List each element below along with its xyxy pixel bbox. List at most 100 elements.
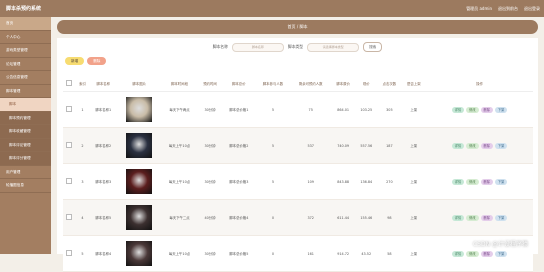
cell-orig-price: 864.01 (330, 91, 356, 128)
sidebar-item-game-type[interactable]: 游戏类型管理 (0, 44, 51, 58)
cell-image (117, 163, 162, 200)
sidebar-item-comments[interactable]: 脚本评论管理 (0, 138, 51, 152)
row-checkbox[interactable] (66, 214, 73, 220)
header-name[interactable]: 脚本名称 (89, 75, 118, 92)
batch-delete-button[interactable]: 删除 (87, 57, 107, 65)
sidebar-item-ratings[interactable]: 脚本评分管理 (0, 152, 51, 166)
header-clicks[interactable]: 点击次数 (377, 75, 402, 92)
cell-duration: 40分钟 (197, 199, 223, 236)
select-all-checkbox[interactable] (66, 79, 73, 86)
edit-button[interactable]: 修改 (466, 142, 479, 149)
cell-name: 脚本名称5 (89, 199, 118, 236)
cell-people: 0 (255, 199, 291, 236)
cell-ops: 详情 修改 删除 下架 (426, 127, 533, 164)
cell-price: 103.25 (355, 91, 378, 128)
view-button[interactable]: 详情 (451, 214, 465, 221)
cell-price: 557.56 (355, 127, 378, 164)
header-orig-price[interactable]: 脚本原价 (330, 75, 356, 92)
table-row: 3 脚本名称3 每天上午10点 30分钟 脚本总价格3 5 109 843.88 136.84 2… (63, 163, 533, 200)
delete-button[interactable]: 删除 (480, 214, 493, 221)
search-button[interactable]: 搜索 (363, 42, 383, 52)
header-time[interactable]: 脚本时间段 (161, 75, 198, 92)
sidebar-item-script-mgmt[interactable]: 脚本管理 (0, 85, 51, 98)
header-image: 脚本图片 (117, 75, 162, 92)
cell-people: 5 (255, 163, 291, 200)
cell-duration: 30分钟 (197, 91, 223, 128)
header-index: 索引 (75, 75, 90, 92)
breadcrumb: 首页 / 脚本 (57, 20, 538, 34)
breadcrumb-current: 脚本 (299, 24, 308, 29)
watermark: CSDN @计设程序猿 (472, 241, 528, 248)
unpublish-button[interactable]: 下架 (494, 142, 508, 149)
header-type[interactable]: 脚本总价 (222, 75, 256, 92)
unpublish-button[interactable]: 下架 (494, 106, 508, 113)
cell-status: 上架 (401, 127, 427, 164)
cell-left: 372 (290, 199, 331, 236)
cell-type: 脚本总价格1 (222, 91, 256, 128)
cell-duration: 30分钟 (197, 127, 223, 164)
cell-time: 每天下午两点 (161, 91, 198, 128)
unpublish-button[interactable]: 下架 (494, 214, 508, 221)
sidebar-item-forum[interactable]: 论坛管理 (0, 58, 51, 71)
breadcrumb-home[interactable]: 首页 (288, 24, 296, 29)
row-checkbox[interactable] (66, 178, 73, 184)
sidebar-item-home[interactable]: 首页 (0, 17, 51, 31)
delete-button[interactable]: 删除 (480, 106, 493, 113)
edit-button[interactable]: 修改 (466, 106, 479, 113)
view-button[interactable]: 详情 (451, 142, 465, 149)
header-price[interactable]: 现价 (355, 75, 378, 92)
cell-index: 4 (75, 199, 90, 236)
row-select (63, 91, 76, 128)
row-checkbox[interactable] (66, 106, 73, 112)
cell-clicks: 305 (377, 91, 402, 128)
cell-status: 上架 (401, 91, 427, 128)
edit-button[interactable]: 修改 (466, 214, 479, 221)
app-title: 脚本杀预约系统 (6, 6, 42, 12)
header-left[interactable]: 剩余可预约人数 (290, 75, 331, 92)
header-status[interactable]: 是否上架 (401, 75, 427, 92)
header-duration[interactable]: 预约时间 (197, 75, 223, 92)
sidebar-item-announcement[interactable]: 公告信息管理 (0, 71, 51, 85)
view-button[interactable]: 详情 (451, 178, 465, 185)
script-thumbnail (126, 133, 153, 158)
sidebar-item-favorites[interactable]: 脚本收藏管理 (0, 125, 51, 139)
cell-image (117, 127, 162, 164)
script-thumbnail (126, 97, 153, 122)
header-people[interactable]: 脚本参与人数 (255, 75, 291, 92)
sidebar-item-script[interactable]: 脚本 (0, 98, 51, 112)
delete-button[interactable]: 删除 (480, 142, 493, 149)
cell-orig-price: 843.88 (330, 163, 356, 200)
table-header-row: 索引 脚本名称 脚本图片 脚本时间段 预约时间 脚本总价 脚本参与人数 剩余可预… (63, 75, 533, 92)
cell-name: 脚本名称3 (89, 163, 118, 200)
search-name-input[interactable]: 脚本名称 (231, 42, 284, 52)
unpublish-button[interactable]: 下架 (494, 178, 508, 185)
cell-image (117, 91, 162, 128)
edit-button[interactable]: 修改 (466, 178, 479, 185)
row-checkbox[interactable] (66, 250, 73, 256)
row-checkbox[interactable] (66, 142, 73, 148)
admin-label: 管理员 admin (466, 6, 492, 11)
cell-index: 3 (75, 163, 90, 200)
table-row: 2 脚本名称2 每天上午10点 30分钟 脚本总价格2 5 537 740.09 557.56 1… (63, 127, 533, 164)
sidebar-item-profile[interactable]: 个人中心 (0, 31, 51, 44)
to-frontend-link[interactable]: 退出到前台 (498, 6, 518, 12)
add-button[interactable]: 新增 (65, 57, 85, 65)
sidebar-item-carousel[interactable]: 轮播图信息 (0, 179, 51, 193)
sidebar: 首页 个人中心 游戏类型管理 论坛管理 公告信息管理 脚本管理 脚本 脚本预约管… (0, 17, 51, 254)
script-table: 索引 脚本名称 脚本图片 脚本时间段 预约时间 脚本总价 脚本参与人数 剩余可预… (63, 75, 533, 272)
cell-price: 136.84 (355, 163, 378, 200)
row-select (63, 199, 76, 236)
logout-link[interactable]: 退出登录 (524, 6, 540, 12)
cell-image (117, 199, 162, 236)
sidebar-item-booking[interactable]: 脚本预约管理 (0, 111, 51, 125)
sidebar-item-users[interactable]: 用户管理 (0, 166, 51, 179)
cell-index: 2 (75, 127, 90, 164)
cell-price: 155.46 (355, 199, 378, 236)
cell-duration: 30分钟 (197, 163, 223, 200)
cell-ops: 详情 修改 删除 下架 (426, 91, 533, 128)
search-type-select[interactable]: 请选择脚本类型 (307, 42, 360, 52)
delete-button[interactable]: 删除 (480, 178, 493, 185)
top-bar: 脚本杀预约系统 管理员 admin 退出到前台 退出登录 (0, 0, 544, 17)
view-button[interactable]: 详情 (451, 106, 465, 113)
cell-name: 脚本名称1 (89, 91, 118, 128)
